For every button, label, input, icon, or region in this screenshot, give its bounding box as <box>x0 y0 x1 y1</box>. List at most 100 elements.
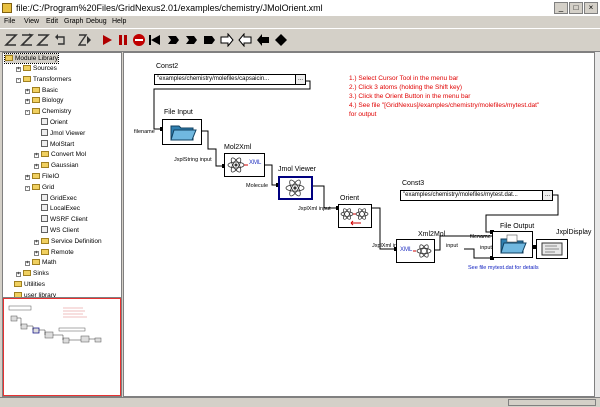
tree-item-sources[interactable]: + Sources <box>16 64 57 73</box>
module-library-root[interactable]: Module Library <box>4 53 59 64</box>
tree-item-wsrf-client[interactable]: WSRF Client <box>34 215 88 224</box>
tree-item-orient[interactable]: Orient <box>34 118 68 127</box>
tree-item-math[interactable]: + Math <box>25 258 56 267</box>
pause-icon[interactable] <box>116 33 130 47</box>
mol2xml-module[interactable]: XML <box>224 153 265 177</box>
flag-icon[interactable] <box>166 33 180 47</box>
expand-toggle-icon[interactable]: - <box>25 110 30 116</box>
module-icon <box>41 139 48 147</box>
expand-toggle-icon[interactable]: - <box>16 77 21 83</box>
tree-item-label: Math <box>42 259 57 267</box>
minimize-button[interactable]: _ <box>554 2 568 14</box>
arrow-left-outline-icon[interactable] <box>238 33 252 47</box>
workflow-canvas[interactable]: Const2 "examples/chemistry/molefiles/cap… <box>123 52 595 397</box>
menu-file[interactable]: File <box>4 17 15 27</box>
tree-item-remote[interactable]: + Remote <box>34 248 74 257</box>
status-bar <box>0 397 600 407</box>
arrow-left-icon[interactable] <box>256 33 270 47</box>
tree-item-chemistry[interactable]: - Chemistry <box>25 107 71 116</box>
expand-toggle-icon[interactable]: + <box>25 261 30 267</box>
fileoutput-port-filename: filename <box>470 234 491 240</box>
const3-edit-button[interactable]: ... <box>542 191 552 200</box>
diamond-icon[interactable] <box>274 33 288 47</box>
tree-item-fileio[interactable]: + FileIO <box>25 172 59 181</box>
step-back-icon[interactable] <box>148 33 162 47</box>
tree-item-grid[interactable]: - Grid <box>25 183 54 192</box>
mol2xml-port-molecule: Molecule <box>246 183 269 189</box>
xml2mol-port-output: input <box>446 243 458 249</box>
tree-item-label: Convert Mol <box>51 151 87 159</box>
folder-icon <box>41 237 49 244</box>
expand-toggle-icon[interactable]: + <box>34 164 39 170</box>
jxpldisplay-module[interactable] <box>536 239 568 259</box>
tree-item-label: Grid <box>42 183 55 191</box>
tree-item-ws-client[interactable]: WS Client <box>34 226 79 235</box>
output-hint-note: See file mytest.dat for details <box>468 265 539 271</box>
close-button[interactable]: × <box>584 2 598 14</box>
orient-module[interactable] <box>338 204 372 228</box>
const3-module[interactable]: "examples/chemistry/molefiles/mytest.dat… <box>400 190 553 201</box>
const3-title: Const3 <box>402 180 425 187</box>
const2-edit-button[interactable]: ... <box>295 75 305 84</box>
overview-minimap[interactable] <box>2 297 122 397</box>
expand-toggle-icon[interactable]: + <box>25 175 30 180</box>
tree-item-transformers[interactable]: - Transformers <box>16 75 71 84</box>
z-run-icon[interactable] <box>78 33 92 47</box>
expand-toggle-icon[interactable]: + <box>25 99 30 105</box>
menu-bar: File View Edit Graph Debug Help <box>0 16 600 28</box>
run-icon[interactable] <box>100 33 114 47</box>
z-reverse-icon[interactable] <box>20 33 34 47</box>
mol2xml-title: Mol2Xml <box>224 144 252 151</box>
tree-item-jmol-viewer[interactable]: Jmol Viewer <box>34 128 85 138</box>
tree-item-sinks[interactable]: + Sinks <box>16 269 49 278</box>
tree-item-molstart[interactable]: MolStart <box>34 139 75 149</box>
tree-item-utilities[interactable]: Utilities <box>7 280 45 289</box>
undo-icon[interactable] <box>54 33 68 47</box>
menu-graph[interactable]: Graph <box>64 17 83 27</box>
jmolviewer-module[interactable] <box>278 176 313 200</box>
const2-module[interactable]: "examples/chemistry/molefiles/capsaicin.… <box>154 74 306 85</box>
z-step-icon[interactable] <box>36 33 50 47</box>
const2-value: "examples/chemistry/molefiles/capsaicin.… <box>157 76 270 82</box>
fileinput-module[interactable] <box>162 119 202 145</box>
menu-edit[interactable]: Edit <box>46 17 58 27</box>
module-icon <box>41 215 48 223</box>
expand-toggle-icon[interactable]: + <box>34 239 39 245</box>
tree-item-gridexec[interactable]: GridExec <box>34 193 77 203</box>
tree-item-label: LocalExec <box>50 205 80 213</box>
toolbar <box>0 28 600 52</box>
fileinput-port-filename: filename <box>134 129 155 135</box>
flag-icon[interactable] <box>184 33 198 47</box>
folder-icon <box>41 151 49 158</box>
tree-item-label: Remote <box>51 248 74 256</box>
expand-toggle-icon[interactable]: + <box>34 250 39 256</box>
tree-item-service-definition[interactable]: + Service Definition <box>34 237 102 246</box>
menu-view[interactable]: View <box>24 17 39 27</box>
tree-item-label: Utilities <box>24 281 45 288</box>
module-icon <box>41 118 48 125</box>
window-title: file:/C:/Program%20Files/GridNexus2.01/e… <box>16 3 323 13</box>
tree-item-biology[interactable]: + Biology <box>25 96 63 105</box>
flag-right-icon[interactable] <box>202 33 216 47</box>
xml2mol-module[interactable]: XML <box>396 239 435 263</box>
z-icon[interactable] <box>4 33 18 47</box>
arrow-right-icon[interactable] <box>220 33 234 47</box>
fileoutput-module[interactable] <box>492 231 533 258</box>
expand-toggle-icon[interactable]: + <box>34 153 39 159</box>
tree-item-convert-mol[interactable]: + Convert Mol <box>34 150 86 159</box>
canvas-scrollbar[interactable] <box>595 52 600 397</box>
tree-item-localexec[interactable]: LocalExec <box>34 204 80 213</box>
tree-item-gaussian[interactable]: + Gaussian <box>34 161 78 170</box>
expand-toggle-icon[interactable]: + <box>25 88 30 94</box>
expand-toggle-icon[interactable]: - <box>25 185 30 191</box>
tree-item-label: Sinks <box>33 270 49 278</box>
stop-icon[interactable] <box>132 33 146 47</box>
expand-toggle-icon[interactable]: + <box>16 67 21 72</box>
tree-item-label: MolStart <box>50 140 75 148</box>
menu-debug[interactable]: Debug <box>86 17 107 27</box>
menu-help[interactable]: Help <box>112 17 126 27</box>
tree-item-basic[interactable]: + Basic <box>25 86 58 95</box>
maximize-button[interactable]: □ <box>569 2 583 14</box>
folder-icon <box>32 97 40 104</box>
expand-toggle-icon[interactable]: + <box>16 272 21 278</box>
